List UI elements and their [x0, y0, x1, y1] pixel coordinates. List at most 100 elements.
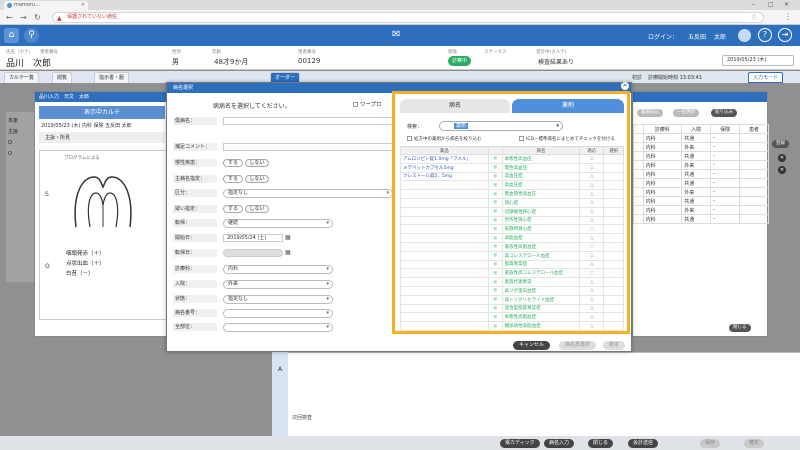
- select-cell[interactable]: [603, 233, 624, 243]
- toggle-yes-button[interactable]: する: [223, 159, 243, 167]
- table-row[interactable]: 内科 外来 -: [633, 142, 769, 152]
- history-import-button[interactable]: 履歴取込: [637, 109, 663, 117]
- checkbox-icon[interactable]: [407, 136, 412, 141]
- table-row[interactable]: ◎ 脂質代謝異常 △: [400, 277, 624, 287]
- remove-icon[interactable]: ✕: [778, 166, 786, 174]
- cancel-button[interactable]: キャンセル: [513, 341, 551, 350]
- tab-instructions[interactable]: 指示書・服: [94, 72, 130, 83]
- disease-cell[interactable]: 高トリグリセライド血症: [501, 294, 581, 305]
- disease-cell[interactable]: 腎血管性高血圧: [501, 189, 581, 199]
- disease-name-input[interactable]: [223, 117, 399, 125]
- checkbox-icon[interactable]: [519, 136, 524, 141]
- select-cell[interactable]: [603, 241, 624, 252]
- checkbox-icon[interactable]: [353, 102, 358, 107]
- table-row[interactable]: ◎ 労作性狭心症 △: [400, 215, 624, 226]
- select-cell[interactable]: [603, 259, 624, 270]
- select-cell[interactable]: [603, 250, 624, 261]
- browser-tab[interactable]: mamoru... ✕: [4, 1, 88, 10]
- close-button[interactable]: 閉じる: [729, 324, 751, 332]
- form-select[interactable]: 内科 ▾: [223, 265, 333, 274]
- form-select[interactable]: 外来 ▾: [223, 280, 333, 289]
- drug-cell[interactable]: [400, 277, 489, 287]
- disease-cell[interactable]: 糖尿病性高脂血症: [501, 321, 581, 331]
- filter-select[interactable]: 薬剤 ▾: [439, 121, 563, 131]
- drug-cell[interactable]: [400, 312, 489, 323]
- drug-cell[interactable]: メデペットカプセル5mg: [400, 162, 489, 173]
- select-cell[interactable]: [603, 171, 624, 182]
- disease-cell[interactable]: 狭心症: [501, 197, 581, 208]
- drug-cell[interactable]: [400, 321, 489, 331]
- bottom-button[interactable]: 確定: [744, 439, 765, 448]
- toggle-no-button[interactable]: しない: [245, 205, 269, 213]
- select-cell[interactable]: [603, 268, 624, 279]
- select-cell[interactable]: [603, 197, 624, 208]
- table-row[interactable]: ◎ 脂質異常症 △: [400, 259, 624, 270]
- back-icon[interactable]: ←: [6, 12, 13, 23]
- bottom-button[interactable]: 会計送信: [628, 439, 659, 448]
- date-input[interactable]: [223, 249, 283, 257]
- search-icon[interactable]: ⚲: [24, 28, 39, 43]
- form-select[interactable]: ▾: [223, 323, 333, 332]
- bottom-button[interactable]: 電カディック: [500, 439, 540, 448]
- confirm-button[interactable]: 確定: [603, 341, 626, 350]
- select-cell[interactable]: [603, 189, 624, 199]
- table-row[interactable]: ◎ 狭心症 △: [400, 197, 624, 208]
- prescribed-filter-checkbox[interactable]: 処方中の薬剤から病名を絞り込む: [407, 136, 482, 142]
- drug-cell[interactable]: [400, 180, 489, 191]
- table-row[interactable]: ◎ 家族性高コレステロール血症 ○: [400, 268, 624, 279]
- toggle-yes-button[interactable]: する: [223, 175, 243, 183]
- help-icon[interactable]: ?: [758, 28, 772, 42]
- bookmark-star-icon[interactable]: ☆: [751, 13, 757, 22]
- toggle-yes-button[interactable]: する: [223, 205, 243, 213]
- mail-icon[interactable]: ✉: [392, 29, 400, 40]
- select-cell[interactable]: [603, 224, 624, 235]
- disease-cell[interactable]: 冠攣縮性狭心症: [501, 206, 581, 217]
- form-select[interactable]: ▾: [223, 309, 333, 318]
- drug-cell[interactable]: [400, 294, 489, 305]
- drug-cell[interactable]: [400, 197, 489, 208]
- comment-input[interactable]: [223, 143, 399, 151]
- disease-cell[interactable]: 労作性狭心症: [501, 215, 581, 226]
- register-button[interactable]: 登録: [772, 140, 789, 148]
- drug-cell[interactable]: [400, 268, 489, 279]
- table-row[interactable]: 内科 共通 -: [633, 151, 769, 161]
- toggle-no-button[interactable]: しない: [245, 159, 269, 167]
- disease-cell[interactable]: 混合型脂質異常症: [501, 303, 581, 314]
- calendar-icon[interactable]: ▦: [285, 234, 291, 241]
- bottom-button[interactable]: 保存: [700, 439, 721, 448]
- table-row[interactable]: ◎ 高脂血症 △: [400, 233, 624, 243]
- drug-cell[interactable]: アムロジピン錠1.0mg「アメル」: [400, 154, 489, 164]
- disease-cell[interactable]: 安静時狭心症: [501, 224, 581, 235]
- form-select[interactable]: 継続 ▾: [223, 219, 333, 228]
- drug-cell[interactable]: [400, 233, 489, 243]
- disease-cell[interactable]: 家族性高脂血症: [501, 241, 581, 252]
- bulk-update-button[interactable]: 一括更新: [673, 109, 699, 117]
- disease-cell[interactable]: 本態性高脂血症: [501, 312, 581, 323]
- avatar[interactable]: [738, 29, 751, 42]
- form-select[interactable]: 指定なし ▾: [223, 295, 333, 304]
- drug-cell[interactable]: [400, 189, 489, 199]
- select-cell[interactable]: [603, 294, 624, 305]
- select-cell[interactable]: [603, 154, 624, 164]
- drug-cell[interactable]: [400, 241, 489, 252]
- disease-cell[interactable]: 家族性高コレステロール血症: [501, 268, 581, 279]
- table-row[interactable]: ◎ 高血圧症 △: [400, 180, 624, 191]
- table-row[interactable]: ◎ 本態性高脂血症 △: [400, 312, 624, 323]
- form-select[interactable]: 指定なし ▾: [223, 189, 393, 198]
- forward-icon[interactable]: →: [20, 12, 27, 23]
- table-row[interactable]: ◎ 家族性高脂血症 ○: [400, 241, 624, 252]
- browser-menu-icon[interactable]: ⋮: [784, 12, 792, 21]
- table-row[interactable]: 内科 共通 -: [633, 196, 769, 206]
- tab-karte-list[interactable]: カルテ一覧: [4, 72, 40, 83]
- bottom-button[interactable]: 閉じる: [588, 439, 614, 448]
- select-cell[interactable]: [603, 312, 624, 323]
- select-cell[interactable]: [603, 215, 624, 226]
- select-cell[interactable]: [603, 206, 624, 217]
- select-cell[interactable]: [603, 277, 624, 287]
- table-row[interactable]: 内科 共通 -: [633, 178, 769, 188]
- url-field[interactable]: ▲ 保護されていない通信 ☆: [52, 12, 764, 23]
- remove-icon[interactable]: ✕: [778, 154, 786, 162]
- toggle-no-button[interactable]: しない: [245, 175, 269, 183]
- table-row[interactable]: メデペットカプセル5mg ◎ 腎性高血圧 △: [400, 162, 624, 173]
- drug-cell[interactable]: [400, 206, 489, 217]
